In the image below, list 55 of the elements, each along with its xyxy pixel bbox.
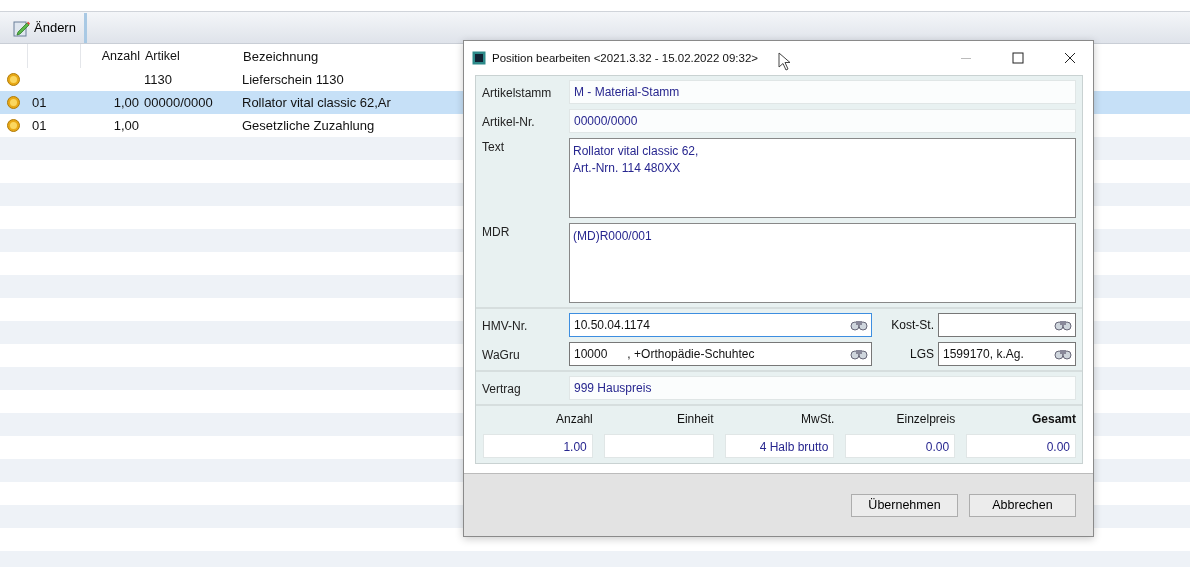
table-cell-text: 1,00 — [112, 118, 139, 133]
pencil-icon — [12, 18, 30, 37]
apply-button[interactable]: Übernehmen — [851, 493, 958, 517]
field-label: LGS — [909, 347, 935, 361]
binoculars-icon[interactable] — [1054, 348, 1072, 360]
readonly-field: M - Material-Stamm — [569, 80, 1076, 104]
table-cell-text: 1130 — [143, 72, 173, 87]
close-icon[interactable] — [1063, 51, 1077, 65]
coin-icon — [7, 73, 20, 86]
field-label: HMV-Nr. — [482, 318, 529, 333]
field-label: Text — [482, 139, 505, 156]
table-cell-text: Rollator vital classic 62,Ar — [241, 95, 391, 110]
binoculars-icon[interactable] — [850, 319, 868, 331]
lookup-field[interactable]: 10.50.04.1174 — [569, 313, 872, 337]
input-field[interactable]: 4 Halb brutto — [724, 434, 835, 458]
coin-icon — [7, 119, 20, 132]
edit-button[interactable]: Ändern — [8, 13, 80, 42]
field-label: Artikel-Nr. — [482, 114, 536, 129]
app-icon — [472, 51, 486, 65]
field-label: Vertrag — [482, 381, 522, 396]
binoculars-icon[interactable] — [1054, 319, 1072, 331]
field-label: Kost-St. — [890, 318, 935, 332]
table-cell-text: Lieferschein 1130 — [241, 72, 344, 87]
window-title: Position bearbeiten <2021.3.32 - 15.02.2022 09:32> — [492, 52, 758, 64]
field-label: Artikelstamm — [482, 85, 553, 100]
column-header[interactable]: Artikel — [140, 49, 240, 63]
table-cell-text: 1,00 — [112, 95, 139, 110]
input-field[interactable]: 0.00 — [845, 434, 956, 458]
table-cell-text: 01 — [31, 95, 48, 110]
lookup-field[interactable] — [938, 313, 1076, 337]
input-field[interactable]: 1.00 — [483, 434, 593, 458]
binoculars-icon[interactable] — [850, 348, 868, 360]
input-field[interactable]: 0.00 — [966, 434, 1076, 458]
readonly-field: 999 Hauspreis — [569, 376, 1076, 400]
lookup-field[interactable]: 10000 , +Orthopädie-Schuhtec — [569, 342, 872, 366]
column-label: Gesamt — [1030, 412, 1076, 426]
table-cell-text: 00000/0000 — [143, 95, 214, 110]
column-header[interactable]: Anzahl — [81, 49, 140, 63]
column-label: Anzahl — [555, 412, 593, 426]
field-label: MDR — [482, 224, 511, 241]
lookup-field[interactable]: 1599170, k.Ag. — [938, 342, 1076, 366]
column-label: Einheit — [675, 412, 714, 426]
text-area[interactable]: Rollator vital classic 62, Art.-Nrn. 114 480XX — [569, 138, 1076, 218]
table-cell-text: Gesetzliche Zuzahlung — [241, 118, 375, 133]
input-field[interactable] — [603, 434, 714, 458]
cancel-button[interactable]: Abbrechen — [969, 493, 1076, 517]
column-label: Einzelpreis — [895, 412, 956, 426]
column-label: MwSt. — [800, 412, 835, 426]
table-cell-text: 01 — [31, 118, 48, 133]
readonly-field: 00000/0000 — [569, 109, 1076, 133]
maximize-icon[interactable] — [1011, 51, 1025, 65]
coin-icon — [7, 96, 20, 109]
text-area[interactable]: (MD)R000/001 — [569, 223, 1076, 303]
field-label: WaGru — [482, 347, 521, 362]
column-header[interactable]: Bezeichnung — [240, 48, 319, 64]
